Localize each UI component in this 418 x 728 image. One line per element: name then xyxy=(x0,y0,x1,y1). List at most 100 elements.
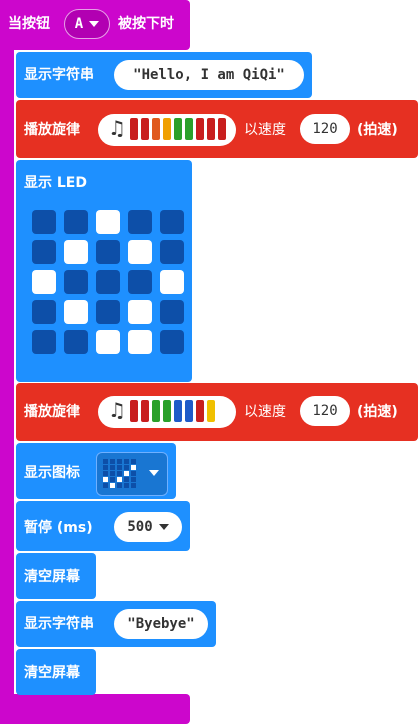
icon-led-cell xyxy=(110,477,115,482)
music-note-icon: ♫ xyxy=(108,398,126,422)
show-led-label: 显示 LED xyxy=(24,175,87,191)
led-cell[interactable] xyxy=(160,210,184,234)
melody-note xyxy=(141,118,149,140)
pause-dropdown[interactable]: 500 xyxy=(114,512,182,542)
led-cell[interactable] xyxy=(64,210,88,234)
icon-led-cell xyxy=(131,459,136,464)
icon-led-cell xyxy=(110,459,115,464)
icon-led-cell xyxy=(124,477,129,482)
led-cell[interactable] xyxy=(32,210,56,234)
show-icon-label: 显示图标 xyxy=(24,465,80,481)
icon-led-cell xyxy=(103,465,108,470)
icon-led-cell xyxy=(117,459,122,464)
led-cell[interactable] xyxy=(160,240,184,264)
speed-value-2: 120 xyxy=(312,403,338,419)
led-cell[interactable] xyxy=(128,270,152,294)
button-select-value: A xyxy=(74,16,84,32)
pause-value: 500 xyxy=(127,519,153,535)
music-note-icon: ♫ xyxy=(108,116,126,140)
led-cell[interactable] xyxy=(32,270,56,294)
melody-note xyxy=(218,118,226,140)
melody-note xyxy=(141,400,149,422)
icon-picker-dropdown[interactable] xyxy=(96,452,168,496)
led-cell[interactable] xyxy=(64,270,88,294)
show-string-label-1: 显示字符串 xyxy=(24,67,94,83)
melody-note xyxy=(152,118,160,140)
led-cell[interactable] xyxy=(32,240,56,264)
melody-note xyxy=(130,118,138,140)
event-block-spine xyxy=(0,45,14,705)
led-cell[interactable] xyxy=(96,210,120,234)
led-cell[interactable] xyxy=(160,330,184,354)
led-grid[interactable] xyxy=(32,210,188,366)
icon-led-cell xyxy=(117,483,122,488)
melody-note xyxy=(185,118,193,140)
clear-screen-label-1: 清空屏幕 xyxy=(24,569,80,585)
led-cell[interactable] xyxy=(96,300,120,324)
led-cell[interactable] xyxy=(64,330,88,354)
clear-screen-label-2: 清空屏幕 xyxy=(24,665,80,681)
melody-note xyxy=(163,118,171,140)
chevron-down-icon xyxy=(158,524,169,530)
speed-unit-2: (拍速) xyxy=(357,404,398,420)
led-cell[interactable] xyxy=(32,300,56,324)
icon-led-cell xyxy=(124,459,129,464)
led-cell[interactable] xyxy=(96,330,120,354)
icon-led-cell xyxy=(117,465,122,470)
show-string-label-2: 显示字符串 xyxy=(24,616,94,632)
melody-picker-2[interactable]: ♫ xyxy=(98,396,236,428)
led-cell[interactable] xyxy=(96,270,120,294)
play-melody-label-2: 播放旋律 xyxy=(24,404,80,420)
chevron-down-icon xyxy=(89,21,100,27)
icon-led-cell xyxy=(124,471,129,476)
speed-input-2[interactable]: 120 xyxy=(300,396,350,426)
melody-notes-1 xyxy=(130,114,230,144)
led-cell[interactable] xyxy=(128,330,152,354)
melody-note xyxy=(130,400,138,422)
melody-note xyxy=(196,400,204,422)
led-cell[interactable] xyxy=(160,300,184,324)
melody-note xyxy=(185,400,193,422)
speed-unit-1: (拍速) xyxy=(357,122,398,138)
icon-led-cell xyxy=(117,477,122,482)
icon-led-cell xyxy=(131,477,136,482)
melody-note xyxy=(152,400,160,422)
icon-led-cell xyxy=(124,483,129,488)
melody-notes-2 xyxy=(130,396,230,426)
icon-led-cell xyxy=(110,471,115,476)
led-cell[interactable] xyxy=(160,270,184,294)
led-cell[interactable] xyxy=(128,240,152,264)
icon-led-cell xyxy=(103,477,108,482)
icon-led-cell xyxy=(124,465,129,470)
button-select-dropdown[interactable]: A xyxy=(64,9,110,39)
led-cell[interactable] xyxy=(96,240,120,264)
icon-led-cell xyxy=(131,483,136,488)
speed-input-1[interactable]: 120 xyxy=(300,114,350,144)
icon-led-cell xyxy=(103,483,108,488)
icon-led-cell xyxy=(131,471,136,476)
icon-led-cell xyxy=(103,459,108,464)
melody-note xyxy=(207,118,215,140)
icon-led-cell xyxy=(131,465,136,470)
melody-picker-1[interactable]: ♫ xyxy=(98,114,236,146)
speed-label-2: 以速度 xyxy=(244,404,286,420)
led-cell[interactable] xyxy=(64,240,88,264)
speed-value-1: 120 xyxy=(312,121,338,137)
melody-note xyxy=(196,118,204,140)
melody-note xyxy=(174,118,182,140)
icon-led-cell xyxy=(117,471,122,476)
string-input-1[interactable]: "Hello, I am QiQi" xyxy=(114,60,304,90)
melody-note xyxy=(174,400,182,422)
event-block-bottom xyxy=(0,694,190,724)
melody-note xyxy=(207,400,215,422)
led-cell[interactable] xyxy=(64,300,88,324)
speed-label-1: 以速度 xyxy=(244,122,286,138)
led-cell[interactable] xyxy=(128,300,152,324)
string-input-2[interactable]: "Byebye" xyxy=(114,609,208,639)
event-label-before: 当按钮 xyxy=(8,16,50,32)
checkmark-led-icon xyxy=(103,459,137,491)
icon-led-cell xyxy=(110,465,115,470)
chevron-down-icon xyxy=(149,470,159,476)
led-cell[interactable] xyxy=(32,330,56,354)
led-cell[interactable] xyxy=(128,210,152,234)
